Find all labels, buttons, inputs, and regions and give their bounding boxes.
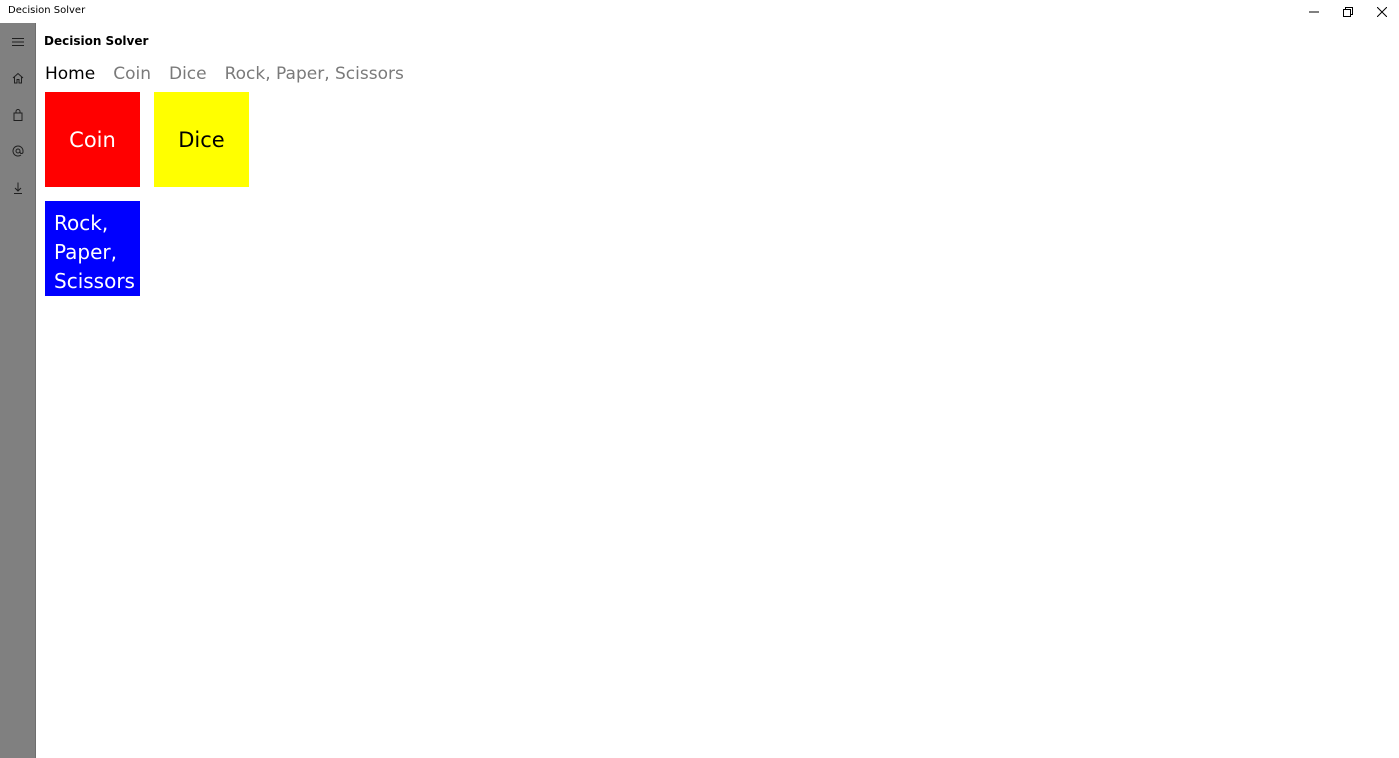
download-icon [14, 182, 22, 194]
close-icon [1377, 6, 1387, 17]
sidebar-item-contact[interactable] [0, 133, 36, 169]
page-title: Decision Solver [44, 34, 149, 48]
tab-dice[interactable]: Dice [169, 64, 207, 84]
coin-tile[interactable]: Coin [45, 92, 140, 187]
dice-tile[interactable]: Dice [154, 92, 249, 187]
at-sign-icon [12, 145, 24, 157]
window-controls [1297, 0, 1399, 23]
tab-coin[interactable]: Coin [113, 64, 151, 84]
tab-home[interactable]: Home [45, 64, 95, 84]
shopping-bag-icon [13, 109, 23, 121]
coin-tile-label: Coin [69, 127, 116, 152]
home-icon [12, 72, 24, 84]
pivot-tabs: Home Coin Dice Rock, Paper, Scissors [45, 64, 404, 84]
sidebar [0, 23, 36, 758]
hamburger-menu-icon [12, 38, 24, 46]
rps-tile-label-line-1: Rock, [54, 211, 109, 235]
window-title: Decision Solver [8, 5, 86, 16]
restore-button[interactable] [1331, 0, 1365, 23]
sidebar-item-store[interactable] [0, 97, 36, 133]
rps-tile-label-line-2: Paper, [54, 240, 117, 264]
sidebar-item-home[interactable] [0, 60, 36, 96]
tab-rock-paper-scissors[interactable]: Rock, Paper, Scissors [225, 64, 404, 84]
hamburger-menu-button[interactable] [0, 24, 36, 60]
rps-tile-label-line-3: Scissors [54, 269, 135, 293]
rock-paper-scissors-tile[interactable]: Rock, Paper, Scissors [45, 201, 140, 296]
minimize-button[interactable] [1297, 0, 1331, 23]
dice-tile-label: Dice [178, 127, 225, 152]
close-button[interactable] [1365, 0, 1399, 23]
sidebar-item-download[interactable] [0, 170, 36, 206]
title-bar: Decision Solver [0, 0, 1399, 23]
minimize-icon [1309, 11, 1319, 12]
restore-icon [1343, 6, 1353, 17]
